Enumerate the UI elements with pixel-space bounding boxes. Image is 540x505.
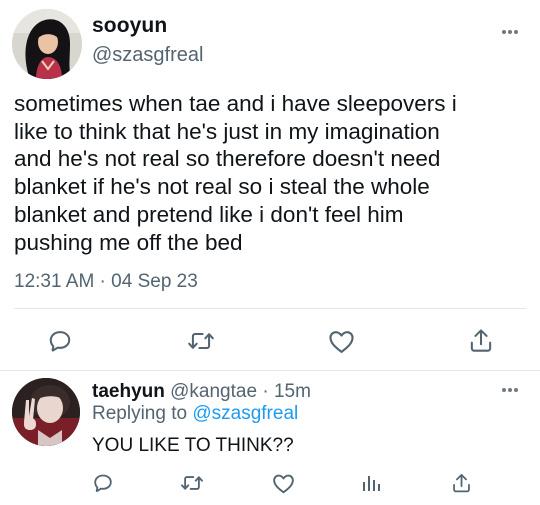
author-handle[interactable]: @szasgfreal xyxy=(92,44,203,67)
author-name[interactable]: taehyun xyxy=(92,381,165,402)
divider xyxy=(0,370,540,371)
reply-icon xyxy=(49,331,71,352)
reply-header: taehyun @kangtae · 15m xyxy=(92,381,311,403)
more-options-button[interactable] xyxy=(502,383,518,397)
retweet-button[interactable] xyxy=(178,470,206,496)
reply-button[interactable] xyxy=(90,470,116,496)
replying-to: Replying to @szasgfreal xyxy=(92,403,298,425)
like-icon xyxy=(272,474,294,493)
tweet-text: sometimes when tae and i have sleepovers… xyxy=(14,91,457,255)
more-icon xyxy=(502,388,506,392)
retweet-icon xyxy=(188,332,214,350)
more-icon xyxy=(502,30,506,34)
avatar-image xyxy=(12,9,82,79)
analytics-button[interactable] xyxy=(358,470,384,496)
retweet-button[interactable] xyxy=(184,326,218,356)
replying-to-label: Replying to xyxy=(92,403,188,424)
avatar[interactable] xyxy=(12,9,82,79)
more-icon-dot xyxy=(508,388,512,392)
tweet-thread: sooyun @szasgfreal sometimes when tae an… xyxy=(0,0,540,505)
tweet-text: YOU LIKE TO THINK?? xyxy=(92,435,294,456)
avatar[interactable] xyxy=(12,378,80,446)
reply-icon xyxy=(94,474,112,492)
author-handle[interactable]: @kangtae xyxy=(170,381,257,402)
avatar-image xyxy=(12,378,80,446)
like-icon xyxy=(328,330,354,353)
divider xyxy=(14,308,526,309)
separator-dot: · xyxy=(262,381,269,402)
replying-to-handle[interactable]: @szasgfreal xyxy=(192,403,298,424)
more-icon-dot xyxy=(514,30,518,34)
more-options-button[interactable] xyxy=(502,25,518,39)
more-icon-dot xyxy=(508,30,512,34)
share-button[interactable] xyxy=(466,325,496,357)
like-button[interactable] xyxy=(325,326,357,356)
like-button[interactable] xyxy=(270,470,296,496)
tweet-age[interactable]: 15m xyxy=(274,381,311,402)
more-icon-dot xyxy=(514,388,518,392)
share-button[interactable] xyxy=(448,469,474,497)
tweet-timestamp[interactable]: 12:31 AM · 04 Sep 23 xyxy=(14,271,198,293)
share-icon xyxy=(470,329,492,352)
retweet-icon xyxy=(181,476,203,490)
share-icon xyxy=(452,473,470,492)
analytics-icon xyxy=(363,476,380,491)
reply-button[interactable] xyxy=(44,326,76,356)
author-name[interactable]: sooyun xyxy=(92,14,167,38)
